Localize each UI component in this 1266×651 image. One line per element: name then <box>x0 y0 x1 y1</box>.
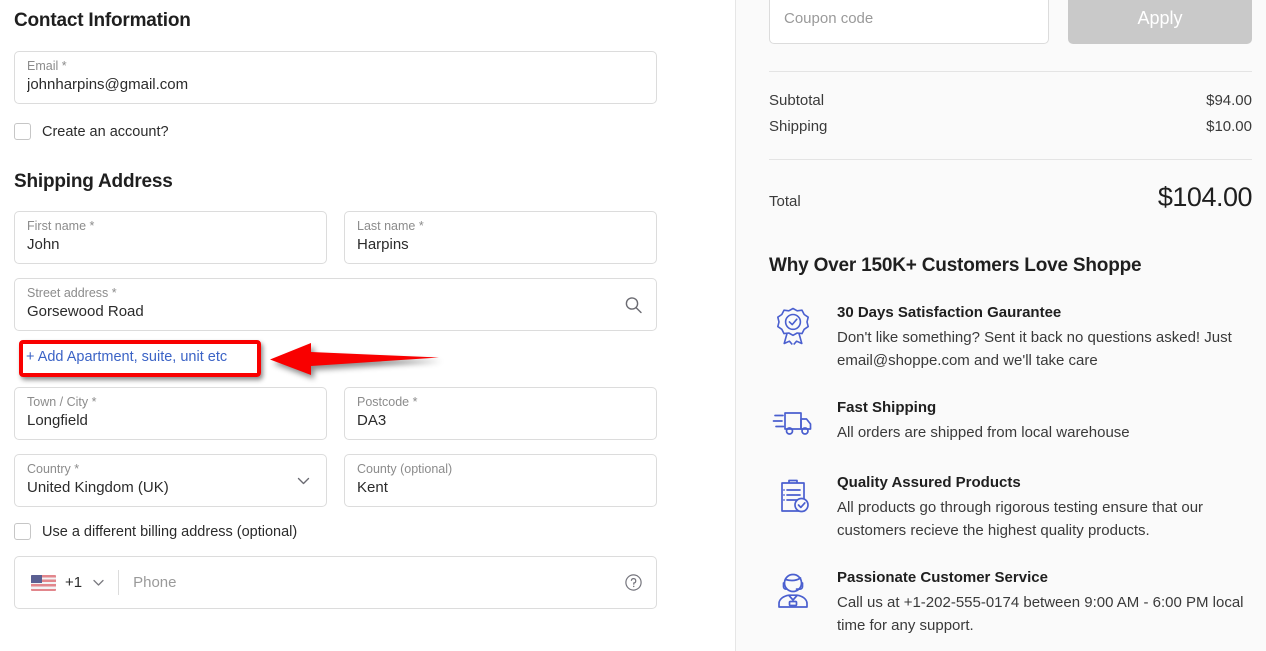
email-label: Email * <box>27 59 67 73</box>
create-account-label: Create an account? <box>42 123 169 140</box>
search-icon[interactable] <box>624 295 643 314</box>
benefit-title: Quality Assured Products <box>837 474 1021 491</box>
phone-field[interactable]: +1 <box>14 556 657 609</box>
phone-input[interactable] <box>133 574 624 591</box>
coupon-input[interactable] <box>769 0 1049 44</box>
summary-divider-total <box>769 159 1252 160</box>
postcode-input[interactable] <box>357 411 644 431</box>
delivery-truck-icon <box>769 399 817 447</box>
first-name-label: First name * <box>27 219 95 233</box>
email-input[interactable] <box>27 75 644 95</box>
postcode-label: Postcode * <box>357 395 418 409</box>
chevron-down-icon[interactable] <box>91 575 106 590</box>
shipping-label: Shipping <box>769 118 828 135</box>
street-address-input[interactable] <box>27 302 644 322</box>
town-city-label: Town / City * <box>27 395 97 409</box>
question-circle-icon[interactable] <box>624 573 643 592</box>
order-summary-panel: Apply Subtotal $94.00 Shipping $10.00 To… <box>736 0 1266 651</box>
subtotal-label: Subtotal <box>769 92 825 109</box>
coupon-row: Apply <box>769 0 1252 44</box>
benefit-item: Fast Shipping All orders are shipped fro… <box>769 397 1252 447</box>
benefit-item: Passionate Customer Service Call us at +… <box>769 567 1252 637</box>
email-field[interactable]: Email * <box>14 51 657 104</box>
last-name-field[interactable]: Last name * <box>344 211 657 264</box>
us-flag-icon <box>31 574 56 591</box>
benefit-title: Passionate Customer Service <box>837 569 1048 586</box>
last-name-label: Last name * <box>357 219 424 233</box>
summary-divider-top <box>769 71 1252 72</box>
phone-dial-code: +1 <box>65 574 83 591</box>
create-account-checkbox[interactable] <box>14 123 31 140</box>
benefit-item: 30 Days Satisfaction Gaurantee Don't lik… <box>769 302 1252 372</box>
benefit-description: Don't like something? Sent it back no qu… <box>837 329 1232 369</box>
award-badge-icon <box>769 304 817 352</box>
checkout-page: Contact Information Email * Create an ac… <box>0 0 1266 651</box>
city-postcode-row: Town / City * Postcode * <box>14 387 657 440</box>
subtotal-row: Subtotal $94.00 <box>769 92 1252 109</box>
country-value: United Kingdom (UK) <box>27 479 169 496</box>
checkout-form-panel: Contact Information Email * Create an ac… <box>0 0 735 651</box>
shipping-address-title: Shipping Address <box>14 171 173 192</box>
total-value: $104.00 <box>1157 182 1253 212</box>
name-row: First name * Last name * <box>14 211 657 264</box>
create-account-row[interactable]: Create an account? <box>14 123 657 140</box>
country-label: Country * <box>27 462 80 476</box>
clipboard-check-icon <box>769 474 817 522</box>
total-row: Total $104.00 <box>769 182 1253 213</box>
benefit-title: 30 Days Satisfaction Gaurantee <box>837 304 1062 321</box>
county-field[interactable]: County (optional) <box>344 454 657 507</box>
add-apartment-wrapper: + Add Apartment, suite, unit etc <box>14 340 657 377</box>
benefit-description: All products go through rigorous testing… <box>837 499 1204 539</box>
contact-information-title: Contact Information <box>14 10 191 31</box>
add-apartment-link[interactable]: + Add Apartment, suite, unit etc <box>20 343 232 371</box>
benefit-description: All orders are shipped from local wareho… <box>837 424 1130 441</box>
subtotal-value: $94.00 <box>1206 92 1252 109</box>
annotation-arrow-icon <box>270 343 439 375</box>
street-address-field[interactable]: Street address * <box>14 278 657 331</box>
billing-address-label: Use a different billing address (optiona… <box>42 523 298 540</box>
benefit-item: Quality Assured Products All products go… <box>769 472 1252 542</box>
county-input[interactable] <box>357 478 644 498</box>
billing-address-row[interactable]: Use a different billing address (optiona… <box>14 523 657 540</box>
town-city-field[interactable]: Town / City * <box>14 387 327 440</box>
total-label: Total <box>769 193 801 210</box>
last-name-input[interactable] <box>357 235 644 255</box>
why-customers-love-title: Why Over 150K+ Customers Love Shoppe <box>769 255 1142 276</box>
benefit-description: Call us at +1-202-555-0174 between 9:00 … <box>837 594 1244 634</box>
headset-agent-icon <box>769 569 817 617</box>
country-county-row: Country * United Kingdom (UK) County (op… <box>14 454 657 507</box>
benefit-title: Fast Shipping <box>837 399 937 416</box>
apply-coupon-button[interactable]: Apply <box>1068 0 1252 44</box>
postcode-field[interactable]: Postcode * <box>344 387 657 440</box>
shipping-value: $10.00 <box>1206 118 1252 135</box>
country-select[interactable]: Country * United Kingdom (UK) <box>14 454 327 507</box>
chevron-down-icon[interactable] <box>295 472 312 489</box>
phone-divider <box>118 570 120 595</box>
town-city-input[interactable] <box>27 411 314 431</box>
county-label: County (optional) <box>357 462 453 476</box>
first-name-field[interactable]: First name * <box>14 211 327 264</box>
billing-address-checkbox[interactable] <box>14 523 31 540</box>
shipping-row: Shipping $10.00 <box>769 118 1252 135</box>
first-name-input[interactable] <box>27 235 314 255</box>
street-address-label: Street address * <box>27 286 117 300</box>
